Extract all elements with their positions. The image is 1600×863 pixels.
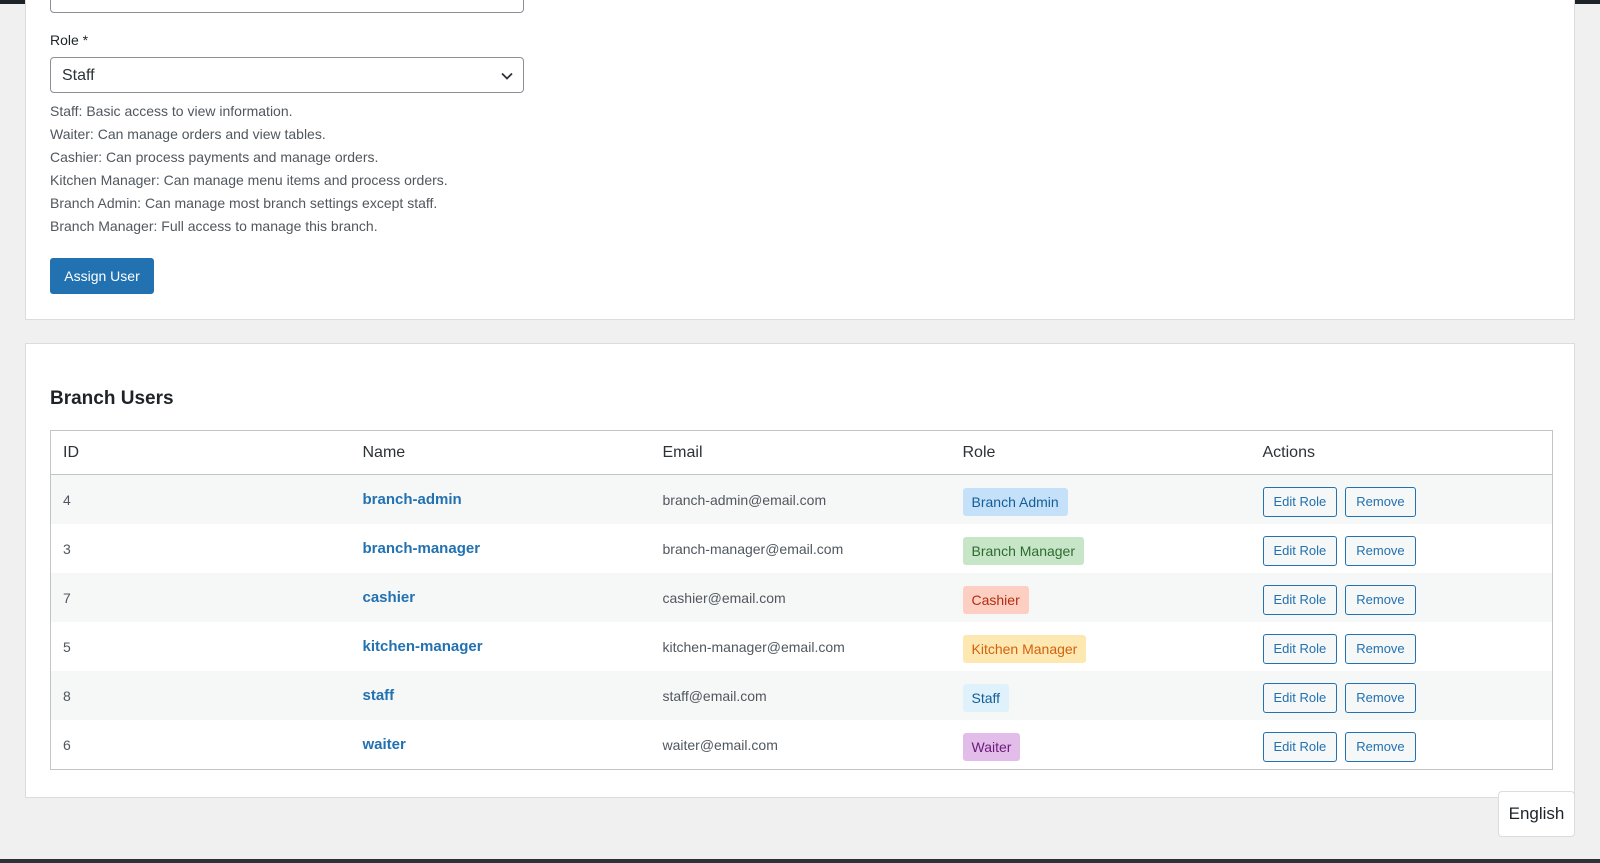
remove-button[interactable]: Remove: [1345, 682, 1416, 713]
role-badge: Cashier: [962, 585, 1029, 614]
assign-user-card: Role * Staff Staff: Basic access to view…: [25, 0, 1575, 320]
table-header-row: ID Name Email Role Actions: [50, 430, 1553, 475]
user-name-link[interactable]: waiter: [363, 736, 406, 753]
user-actions-cell: Edit Role Remove: [1251, 622, 1553, 671]
branch-users-card: Branch Users ID Name Email Role Actions …: [25, 343, 1575, 798]
user-role-cell: Waiter: [951, 720, 1251, 770]
user-id-cell: 5: [63, 638, 71, 655]
user-email-cell: staff@email.com: [662, 687, 767, 704]
table-row: 3 branch-manager branch-manager@email.com B…: [50, 524, 1553, 573]
chevron-down-icon: [501, 72, 513, 80]
user-actions-cell: Edit Role Remove: [1251, 524, 1553, 573]
role-select[interactable]: Staff: [50, 57, 524, 93]
user-role-cell: Branch Manager: [951, 524, 1251, 573]
table-row: 8 staff staff@email.com Staff Edit Role Remov…: [50, 671, 1553, 720]
role-description-line: Cashier: Can process payments and manage…: [50, 149, 379, 165]
user-id-cell: 4: [63, 491, 71, 508]
remove-button[interactable]: Remove: [1345, 584, 1416, 615]
user-name-cell: waiter: [351, 720, 651, 770]
language-switcher-button[interactable]: English: [1498, 791, 1575, 837]
user-email-cell: branch-manager@email.com: [662, 540, 844, 557]
edit-role-button[interactable]: Edit Role: [1262, 486, 1338, 517]
edit-role-button[interactable]: Edit Role: [1262, 633, 1338, 664]
column-header-email: Email: [650, 430, 951, 475]
user-actions-cell: Edit Role Remove: [1251, 573, 1553, 622]
user-email-cell: waiter@email.com: [662, 736, 778, 753]
role-badge: Waiter: [962, 732, 1021, 761]
role-description-line: Waiter: Can manage orders and view table…: [50, 126, 326, 142]
role-description-line: Branch Admin: Can manage most branch set…: [50, 195, 438, 211]
user-name-cell: kitchen-manager: [351, 622, 651, 671]
user-name-cell: branch-manager: [351, 524, 651, 573]
role-badge: Staff: [962, 683, 1010, 712]
user-name-link[interactable]: branch-manager: [363, 540, 481, 557]
column-header-name: Name: [350, 430, 651, 475]
remove-button[interactable]: Remove: [1345, 731, 1416, 762]
edit-role-button[interactable]: Edit Role: [1262, 535, 1338, 566]
table-row: 5 kitchen-manager kitchen-manager@email.co…: [50, 622, 1553, 671]
user-role-cell: Branch Admin: [951, 475, 1251, 525]
table-row: 7 cashier cashier@email.com Cashier Edit Rol…: [50, 573, 1553, 622]
user-id-cell: 6: [63, 736, 71, 753]
role-label: Role *: [50, 32, 89, 48]
user-email-cell: kitchen-manager@email.com: [662, 638, 845, 655]
previous-field-input[interactable]: [50, 0, 524, 13]
column-header-id: ID: [50, 430, 351, 475]
user-actions-cell: Edit Role Remove: [1251, 720, 1553, 770]
table-row: 4 branch-admin branch-admin@email.com Branc…: [50, 474, 1553, 525]
user-id-cell: 3: [63, 540, 71, 557]
role-description-line: Branch Manager: Full access to manage th…: [50, 218, 378, 234]
role-description-line: Kitchen Manager: Can manage menu items a…: [50, 172, 448, 188]
column-header-actions: Actions: [1250, 430, 1553, 475]
user-name-link[interactable]: staff: [363, 687, 395, 704]
remove-button[interactable]: Remove: [1345, 535, 1416, 566]
branch-users-table: ID Name Email Role Actions 4 branch-admin…: [50, 430, 1553, 770]
section-title: Branch Users: [50, 388, 174, 409]
user-actions-cell: Edit Role Remove: [1251, 671, 1553, 720]
user-role-cell: Cashier: [951, 573, 1251, 622]
user-id-cell: 8: [63, 687, 71, 704]
user-name-link[interactable]: branch-admin: [363, 491, 462, 508]
user-role-cell: Kitchen Manager: [951, 622, 1251, 671]
edit-role-button[interactable]: Edit Role: [1262, 682, 1338, 713]
role-badge: Kitchen Manager: [962, 634, 1087, 663]
edit-role-button[interactable]: Edit Role: [1262, 731, 1338, 762]
user-name-cell: branch-admin: [351, 475, 651, 525]
user-name-link[interactable]: cashier: [363, 589, 416, 606]
role-badge: Branch Manager: [962, 536, 1085, 565]
table-row: 6 waiter waiter@email.com Waiter Edit Role Re…: [50, 720, 1553, 770]
role-descriptions: Staff: Basic access to view information.…: [50, 100, 448, 238]
role-description-line: Staff: Basic access to view information.: [50, 103, 293, 119]
user-email-cell: branch-admin@email.com: [662, 491, 827, 508]
remove-button[interactable]: Remove: [1345, 486, 1416, 517]
bottom-bar: [0, 859, 1600, 863]
edit-role-button[interactable]: Edit Role: [1262, 584, 1338, 615]
user-email-cell: cashier@email.com: [662, 589, 786, 606]
user-actions-cell: Edit Role Remove: [1251, 475, 1553, 525]
user-name-cell: staff: [351, 671, 651, 720]
user-role-cell: Staff: [951, 671, 1251, 720]
assign-user-button[interactable]: Assign User: [50, 258, 154, 294]
column-header-role: Role: [950, 430, 1251, 475]
role-select-value: Staff: [62, 67, 95, 84]
user-name-cell: cashier: [351, 573, 651, 622]
user-id-cell: 7: [63, 589, 71, 606]
user-name-link[interactable]: kitchen-manager: [363, 638, 483, 655]
role-badge: Branch Admin: [962, 487, 1068, 516]
remove-button[interactable]: Remove: [1345, 633, 1416, 664]
